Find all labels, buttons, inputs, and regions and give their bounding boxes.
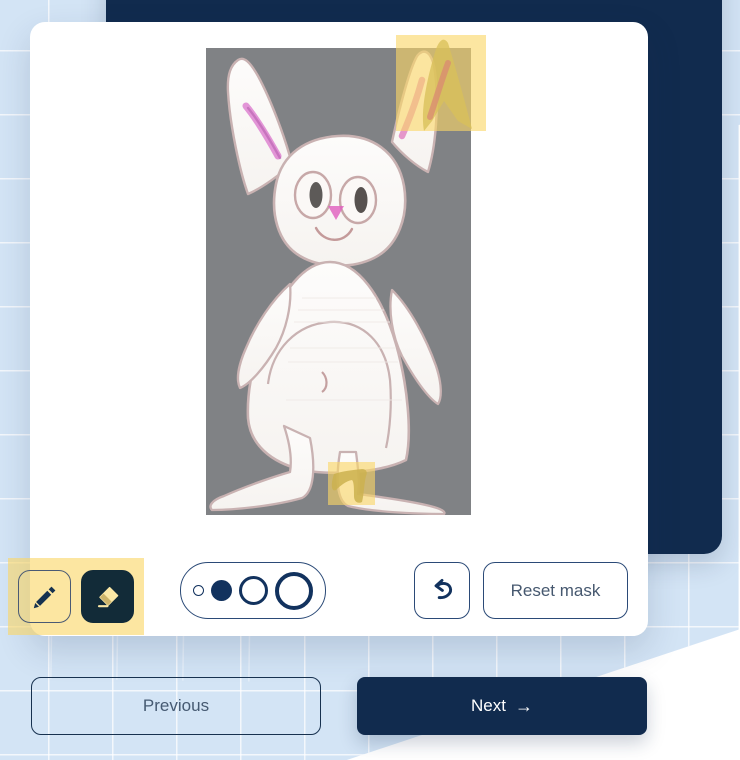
brush-size-small[interactable] xyxy=(211,580,232,601)
previous-button[interactable]: Previous xyxy=(31,677,321,735)
next-button[interactable]: Next → xyxy=(357,677,647,735)
previous-button-label: Previous xyxy=(142,696,210,715)
brush-size-large[interactable] xyxy=(275,571,313,610)
brush-size-picker[interactable] xyxy=(180,562,326,619)
undo-button[interactable] xyxy=(414,562,470,619)
bunny-drawing xyxy=(206,48,471,515)
draw-tool-cluster xyxy=(8,558,144,635)
next-button-label: Next xyxy=(471,696,506,715)
eraser-icon xyxy=(97,586,118,607)
reset-mask-label: Reset mask xyxy=(510,580,601,600)
eraser-tool-button[interactable] xyxy=(81,570,134,623)
mask-canvas[interactable] xyxy=(206,35,486,515)
app-stage: Reset mask Previous Next → xyxy=(0,0,740,760)
arrow-right-icon: → xyxy=(514,696,533,716)
pencil-icon xyxy=(33,586,55,608)
brush-size-medium[interactable] xyxy=(239,576,268,605)
reset-mask-button[interactable]: Reset mask xyxy=(483,562,628,619)
brush-size-extra-small[interactable] xyxy=(193,585,204,596)
pencil-tool-button[interactable] xyxy=(18,570,71,623)
undo-arrow-icon xyxy=(434,578,452,600)
mask-editor-card xyxy=(30,22,648,636)
